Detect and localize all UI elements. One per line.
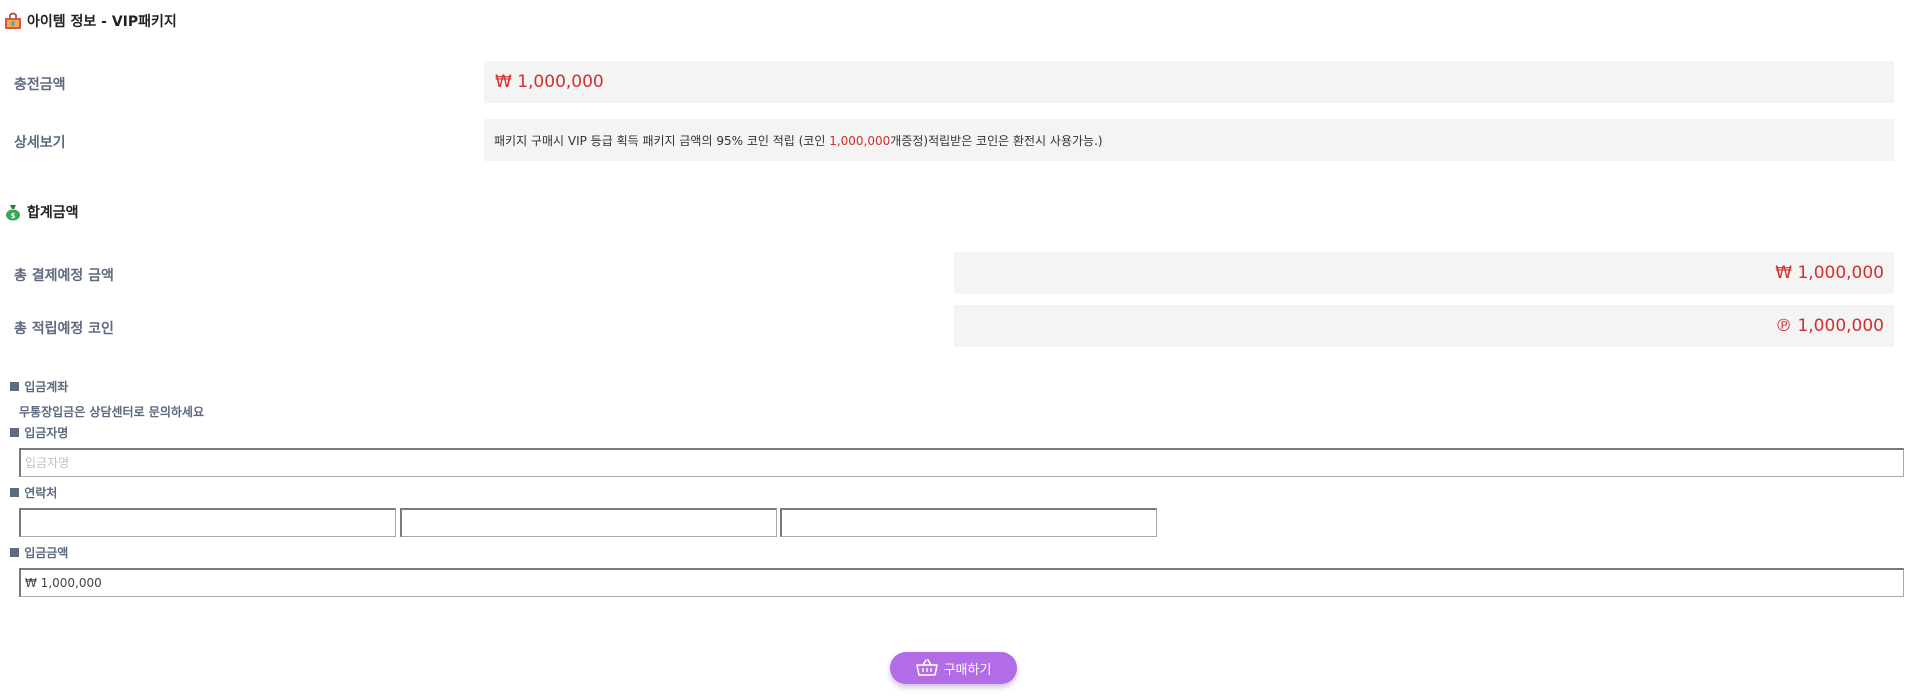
total-coin-value: ℗ 1,000,000 [1775, 316, 1884, 336]
total-payment-value: ₩ 1,000,000 [1775, 263, 1884, 283]
total-payment-label: 총 결제예정 금액 [14, 268, 114, 284]
item-info-title-text: 아이템 정보 - VIP패키지 [27, 14, 177, 30]
detail-label: 상세보기 [14, 135, 66, 151]
deposit-amount-input[interactable] [19, 568, 1904, 597]
detail-text: 패키지 구매시 VIP 등급 획득 패키지 금액의 95% 코인 적립 (코인 … [494, 133, 1103, 148]
total-coin-label: 총 적립예정 코인 [14, 321, 114, 337]
item-info-title: 아이템 정보 - VIP패키지 [4, 11, 177, 31]
deposit-amount-heading: 입금금액 [10, 544, 68, 561]
deposit-account-heading: 입금계좌 [10, 378, 68, 395]
total-coin-box: ℗ 1,000,000 [954, 305, 1894, 347]
total-amount-title: $ 합계금액 [4, 202, 79, 222]
deposit-account-note: 무통장입금은 상담센터로 문의하세요 [19, 405, 204, 419]
svg-text:$: $ [11, 212, 16, 220]
total-payment-box: ₩ 1,000,000 [954, 252, 1894, 294]
depositor-name-heading: 입금자명 [10, 424, 68, 441]
contact-input-1[interactable] [19, 508, 396, 537]
contact-input-2[interactable] [400, 508, 777, 537]
detail-coin-amount: 1,000,000 [829, 133, 891, 148]
contact-heading: 연락처 [10, 484, 57, 501]
charge-amount-value: ₩ 1,000,000 [495, 72, 604, 92]
contact-input-3[interactable] [780, 508, 1157, 537]
buy-button[interactable]: 구매하기 [890, 652, 1017, 684]
charge-amount-label: 충전금액 [14, 77, 66, 93]
depositor-name-input[interactable] [19, 448, 1904, 477]
total-amount-title-text: 합계금액 [27, 205, 79, 221]
detail-box: 패키지 구매시 VIP 등급 획득 패키지 금액의 95% 코인 적립 (코인 … [484, 119, 1894, 161]
shopping-bag-icon [4, 12, 22, 30]
buy-button-label: 구매하기 [943, 661, 992, 677]
basket-icon [915, 659, 938, 676]
money-bag-icon: $ [4, 203, 22, 221]
charge-amount-box: ₩ 1,000,000 [484, 61, 1894, 103]
